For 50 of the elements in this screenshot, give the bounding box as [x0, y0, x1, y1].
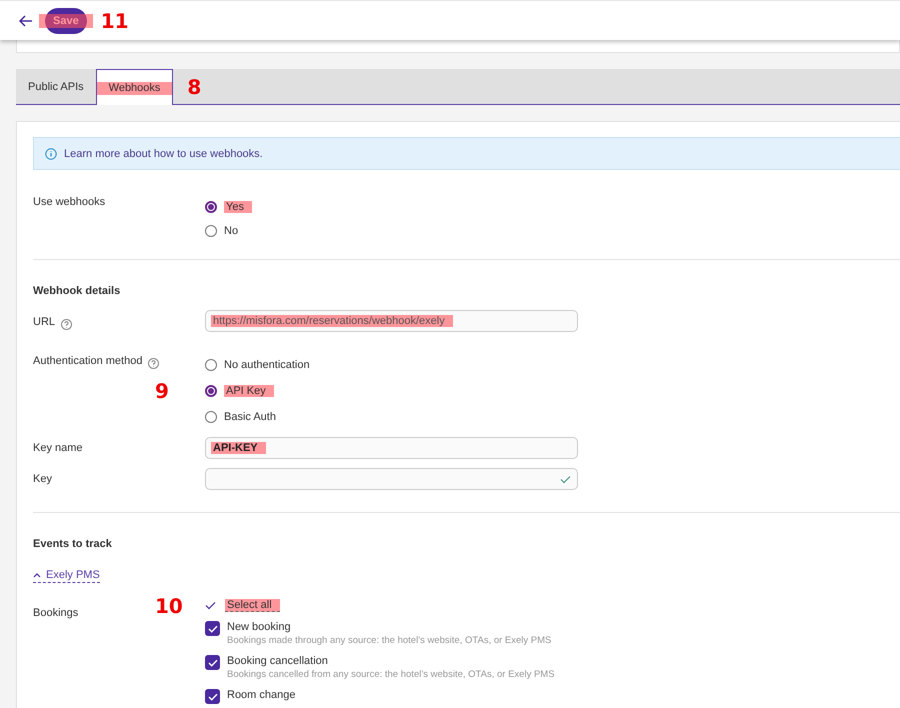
checkbox[interactable] — [205, 621, 220, 636]
info-icon — [45, 148, 57, 160]
checkbox-description: Bookings cancelled from any source: the hotel’s website, OTAs, or Exely PMS — [227, 669, 555, 680]
field-label: URL — [33, 316, 56, 328]
option-label: No authentication — [224, 359, 310, 371]
back-arrow-icon[interactable] — [19, 14, 33, 26]
field-value: API-KEY — [211, 442, 266, 454]
section-title: Webhook details — [33, 285, 122, 297]
radio-button[interactable] — [205, 201, 217, 213]
url-field[interactable]: https://misfora.com/reservations/webhook/exely — [205, 310, 578, 332]
check-icon — [205, 601, 216, 610]
field-label: Authentication method — [33, 355, 142, 367]
radio-button[interactable] — [205, 411, 217, 423]
option-label: Yes — [224, 201, 252, 213]
help-icon — [61, 319, 72, 330]
check-icon — [208, 692, 218, 700]
option-label: No — [224, 225, 238, 237]
field-label: Bookings — [33, 607, 80, 621]
option-label: API Key — [224, 385, 274, 397]
tab[interactable]: Public APIs — [16, 69, 96, 104]
info-link[interactable]: Learn more about how to use webhooks. — [64, 148, 263, 160]
help-icon — [148, 358, 160, 369]
check-icon — [208, 658, 218, 666]
check-icon — [560, 474, 571, 484]
select-all-link[interactable]: Select all — [225, 599, 280, 612]
check-icon — [208, 624, 218, 632]
tab[interactable]: Webhooks — [96, 69, 174, 105]
checkbox-description: Bookings made through any source: the hotel’s website, OTAs, or Exely PMS — [227, 635, 552, 646]
option-label: Basic Auth — [224, 411, 276, 423]
field-label: Use webhooks — [33, 196, 106, 210]
callout-number: 9 — [155, 379, 169, 403]
callout-number: 8 — [187, 74, 202, 98]
checkbox-label: Room change — [227, 689, 296, 701]
field-value: https://misfora.com/reservations/webhook/exely — [211, 315, 453, 327]
checkbox-label: Booking cancellation — [227, 655, 329, 667]
key-name-field[interactable]: API-KEY — [205, 437, 578, 459]
callout-number: 10 — [155, 594, 183, 618]
checkbox[interactable] — [205, 689, 220, 704]
group-toggle[interactable]: Exely PMS — [33, 569, 100, 583]
chevron-icon — [33, 572, 41, 578]
radio-button[interactable] — [205, 385, 217, 397]
callout-number: 11 — [100, 8, 129, 32]
field-label: Key — [33, 473, 53, 485]
radio-button[interactable] — [205, 225, 217, 237]
radio-button[interactable] — [205, 359, 217, 371]
checkbox-label: New booking — [227, 621, 292, 633]
checkbox[interactable] — [205, 655, 220, 670]
key-field[interactable] — [205, 468, 578, 490]
field-label: Key name — [33, 442, 84, 454]
section-title: Events to track — [33, 538, 113, 550]
